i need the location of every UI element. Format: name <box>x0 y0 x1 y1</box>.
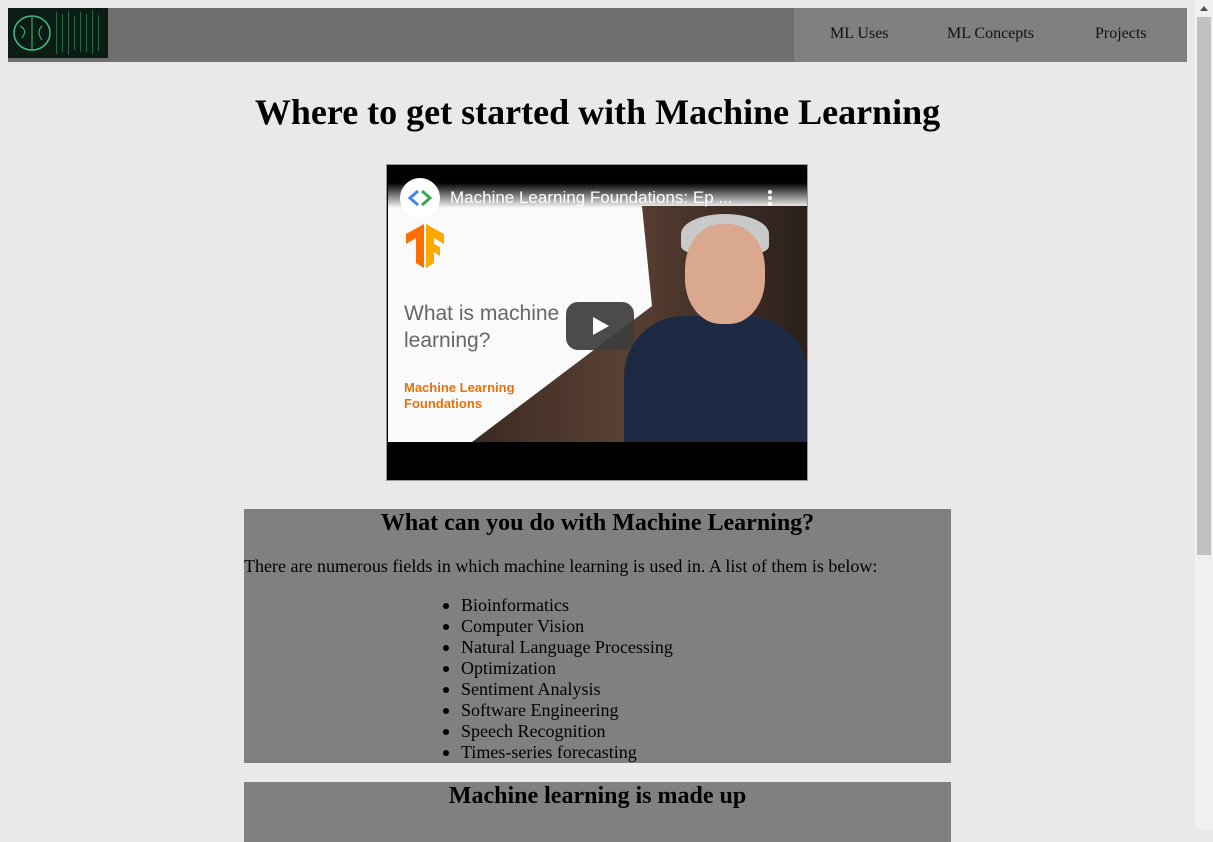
vertical-scrollbar[interactable] <box>1195 0 1213 830</box>
tensorflow-logo-icon <box>406 224 444 268</box>
page-title: Where to get started with Machine Learni… <box>254 92 941 132</box>
chevron-up-icon <box>1200 6 1208 11</box>
navbar: ML Uses ML Concepts Projects <box>8 8 1187 62</box>
ml-concepts-heading: Machine learning is made up <box>448 783 747 809</box>
list-item: Natural Language Processing <box>443 637 673 658</box>
play-button[interactable] <box>566 302 634 350</box>
ml-uses-heading: What can you do with Machine Learning? <box>380 510 815 536</box>
list-item: Speech Recognition <box>443 721 673 742</box>
thumbnail-brand: Machine Learning Foundations <box>404 380 515 411</box>
nav-links: ML Uses ML Concepts Projects <box>794 8 1187 62</box>
thumbnail-question: What is machine learning? <box>404 302 560 352</box>
ml-uses-section: What can you do with Machine Learning? T… <box>244 509 951 763</box>
play-icon <box>593 317 609 335</box>
brain-logo[interactable] <box>8 8 108 58</box>
video-thumbnail[interactable]: What is machine learning? Machine Learni… <box>388 166 807 442</box>
channel-avatar[interactable] <box>400 178 440 218</box>
presenter-head <box>685 224 765 324</box>
nav-projects[interactable]: Projects <box>1095 25 1147 43</box>
scroll-up-button[interactable] <box>1195 0 1213 17</box>
presenter-body <box>624 316 807 442</box>
ml-uses-intro: There are numerous fields in which machi… <box>244 556 878 576</box>
video-title[interactable]: Machine Learning Foundations: Ep ... <box>450 188 733 208</box>
nav-ml-uses[interactable]: ML Uses <box>830 25 889 43</box>
list-item: Bioinformatics <box>443 595 673 616</box>
scrollbar-thumb[interactable] <box>1197 17 1211 555</box>
list-item: Optimization <box>443 658 673 679</box>
code-brackets-icon <box>407 189 433 207</box>
video-embed[interactable]: What is machine learning? Machine Learni… <box>386 164 808 481</box>
list-item: Software Engineering <box>443 700 673 721</box>
ml-uses-list: Bioinformatics Computer Vision Natural L… <box>443 595 673 763</box>
nav-ml-concepts[interactable]: ML Concepts <box>947 25 1034 43</box>
ml-concepts-section: Machine learning is made up <box>244 782 951 842</box>
list-item: Sentiment Analysis <box>443 679 673 700</box>
more-options-icon[interactable] <box>766 190 774 210</box>
list-item: Times-series forecasting <box>443 742 673 763</box>
list-item: Computer Vision <box>443 616 673 637</box>
